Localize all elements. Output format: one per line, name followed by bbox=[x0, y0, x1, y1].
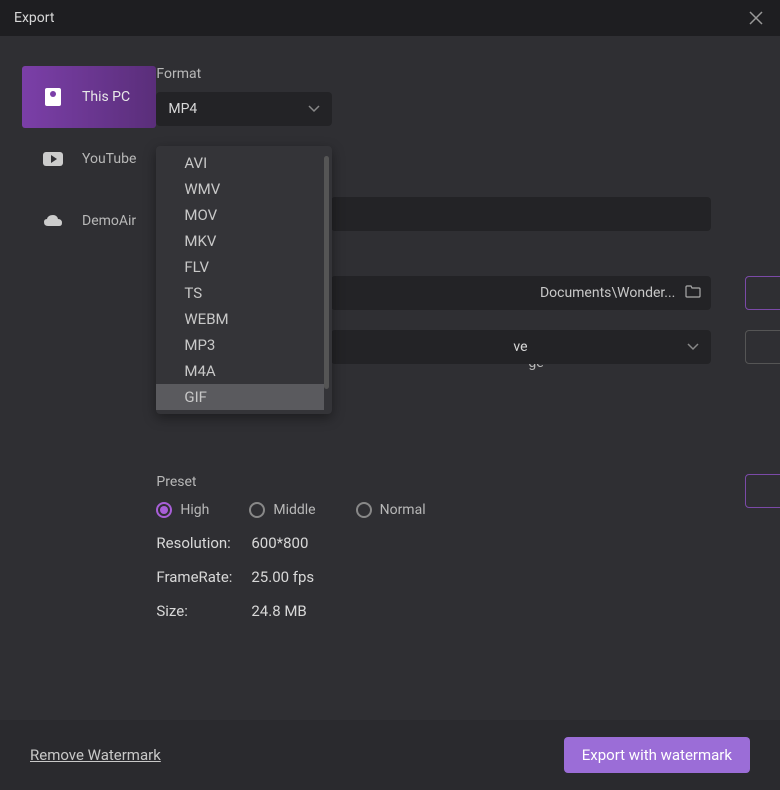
resolution-label: Resolution: bbox=[156, 534, 251, 552]
radio-label: Normal bbox=[380, 502, 426, 518]
subtitle-select[interactable]: ve bbox=[331, 330, 711, 364]
sidebar-item-demoair[interactable]: DemoAir bbox=[0, 190, 156, 252]
subtitle-selected-value: ve bbox=[513, 339, 527, 355]
preset-label: Preset bbox=[156, 474, 425, 490]
save-path-input[interactable]: Documents\Wonder... bbox=[331, 276, 711, 310]
chevron-down-icon bbox=[687, 339, 699, 355]
titlebar: Export bbox=[0, 0, 780, 36]
youtube-icon bbox=[42, 148, 64, 170]
dropdown-item-ts[interactable]: TS bbox=[156, 280, 324, 306]
dropdown-item-wmv[interactable]: WMV bbox=[156, 176, 324, 202]
format-label: Format bbox=[156, 66, 780, 82]
format-select[interactable]: MP4 bbox=[156, 92, 332, 126]
pc-icon bbox=[42, 86, 64, 108]
dropdown-item-mov[interactable]: MOV bbox=[156, 202, 324, 228]
format-selected-value: MP4 bbox=[168, 101, 197, 117]
dropdown-item-flv[interactable]: FLV bbox=[156, 254, 324, 280]
name-input-obscured[interactable] bbox=[331, 197, 711, 231]
sidebar-item-label: This PC bbox=[82, 89, 130, 105]
dropdown-item-webm[interactable]: WEBM bbox=[156, 306, 324, 332]
dropdown-item-m4a[interactable]: M4A bbox=[156, 358, 324, 384]
dropdown-item-avi[interactable]: AVI bbox=[156, 150, 324, 176]
preset-radio-middle[interactable]: Middle bbox=[249, 502, 315, 518]
format-dropdown: AVI WMV MOV MKV FLV TS WEBM MP3 M4A GIF bbox=[156, 146, 332, 414]
close-button[interactable] bbox=[746, 8, 766, 28]
dropdown-item-mkv[interactable]: MKV bbox=[156, 228, 324, 254]
window-title: Export bbox=[14, 10, 54, 26]
chevron-down-icon bbox=[308, 101, 320, 117]
dropdown-item-gif[interactable]: GIF bbox=[156, 384, 324, 410]
sidebar-item-label: DemoAir bbox=[82, 213, 136, 229]
folder-icon[interactable] bbox=[685, 284, 701, 302]
size-label: Size: bbox=[156, 602, 251, 620]
sidebar-item-label: YouTube bbox=[82, 151, 136, 167]
main-panel: Format MP4 AVI WMV MOV MKV FLV TS WEBM M… bbox=[156, 36, 780, 720]
framerate-label: FrameRate: bbox=[156, 568, 251, 586]
radio-label: High bbox=[180, 502, 209, 518]
radio-label: Middle bbox=[273, 502, 315, 518]
footer: Remove Watermark Export with watermark bbox=[0, 720, 780, 790]
resolution-value: 600*800 bbox=[251, 534, 308, 552]
export-button[interactable]: Export with watermark bbox=[564, 737, 750, 773]
close-icon bbox=[749, 11, 763, 25]
remove-watermark-link[interactable]: Remove Watermark bbox=[30, 746, 161, 764]
browse-button[interactable]: Browse bbox=[745, 276, 780, 310]
preset-radio-group: High Middle Normal bbox=[156, 502, 425, 518]
sidebar-item-youtube[interactable]: YouTube bbox=[0, 128, 156, 190]
save-path-value: Documents\Wonder... bbox=[540, 285, 675, 301]
framerate-value: 25.00 fps bbox=[251, 568, 314, 586]
size-value: 24.8 MB bbox=[251, 602, 306, 620]
dropdown-item-mp3[interactable]: MP3 bbox=[156, 332, 324, 358]
cloud-icon bbox=[42, 210, 64, 232]
sidebar: This PC YouTube DemoAir bbox=[0, 36, 156, 720]
settings-button[interactable]: Settings bbox=[745, 474, 780, 508]
sidebar-item-this-pc[interactable]: This PC bbox=[22, 66, 156, 128]
preset-radio-normal[interactable]: Normal bbox=[356, 502, 426, 518]
radio-icon bbox=[356, 502, 372, 518]
add-button[interactable]: Add bbox=[745, 330, 780, 364]
radio-icon-selected bbox=[156, 502, 172, 518]
dropdown-scrollbar[interactable] bbox=[324, 156, 329, 389]
radio-icon bbox=[249, 502, 265, 518]
preset-radio-high[interactable]: High bbox=[156, 502, 209, 518]
